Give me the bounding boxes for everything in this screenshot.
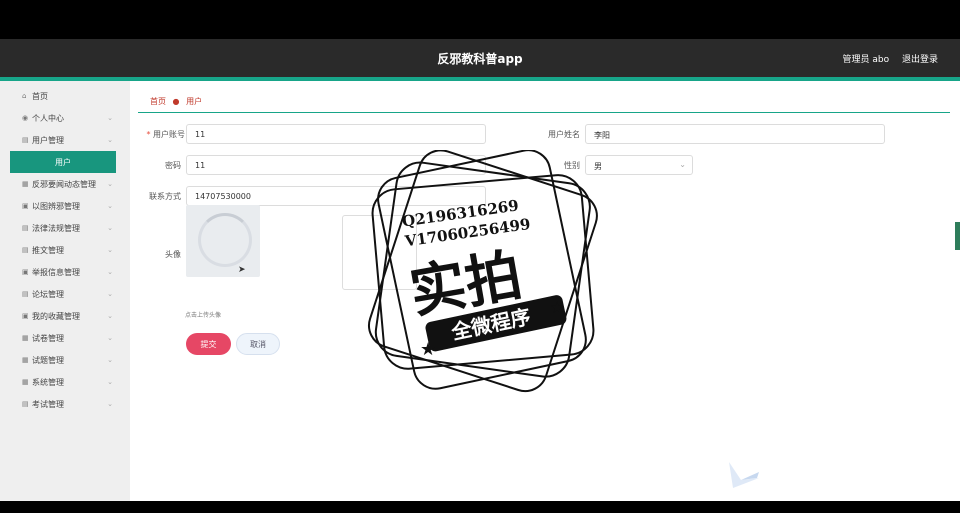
- screen: 反邪教科普app 管理员 abo 退出登录 ⌂ 首页 ◉ 个人中心 ⌄ ▤ 用户管理 ⌄ 用户 ▦…: [0, 0, 960, 513]
- user-icon: ◉: [22, 114, 29, 122]
- sidebar-item-2[interactable]: ▤ 用户管理 ⌄: [22, 129, 117, 151]
- chevron-down-icon: ⌄: [107, 246, 113, 254]
- sidebar: ⌂ 首页 ◉ 个人中心 ⌄ ▤ 用户管理 ⌄ 用户 ▦ 反邪要闻动态管理 ⌄ ▣ 以图辨邪管理 ⌄ ▤ 法律法规…: [0, 81, 130, 501]
- app-title: 反邪教科普app: [437, 52, 523, 66]
- sidebar-item-7[interactable]: ▤ 推文管理 ⌄: [22, 239, 117, 261]
- sidebar-item-label: 系统管理: [32, 377, 64, 387]
- chevron-down-icon: ⌄: [679, 160, 686, 169]
- settings-icon: ▦: [22, 378, 29, 386]
- sidebar-item-label: 举报信息管理: [32, 267, 80, 277]
- home-icon: ⌂: [22, 92, 27, 100]
- chevron-down-icon: ⌄: [107, 400, 113, 408]
- chevron-down-icon: ⌄: [107, 334, 113, 342]
- password-label: 密码: [165, 161, 181, 170]
- star-icon: ★: [420, 339, 436, 360]
- submit-button[interactable]: 提交: [186, 333, 231, 355]
- forum-icon: ▤: [22, 290, 29, 298]
- question-icon: ▦: [22, 356, 29, 364]
- chevron-down-icon: ⌄: [107, 180, 113, 188]
- sidebar-item-label: 试卷管理: [32, 333, 64, 343]
- doc-icon: ▤: [22, 246, 29, 254]
- account-label: * 用户账号: [146, 130, 185, 139]
- sidebar-item-13[interactable]: ▦ 系统管理 ⌄: [22, 371, 117, 393]
- sidebar-item-label: 以图辨邪管理: [32, 201, 80, 211]
- chevron-down-icon: ⌄: [107, 202, 113, 210]
- report-icon: ▣: [22, 268, 29, 276]
- book-icon: ▤: [22, 224, 29, 232]
- breadcrumb-divider: [138, 112, 950, 113]
- sidebar-item-label: 法律法规管理: [32, 223, 80, 233]
- chevron-down-icon: ⌄: [107, 290, 113, 298]
- contact-label: 联系方式: [149, 192, 181, 201]
- sidebar-item-label: 试题管理: [32, 355, 64, 365]
- breadcrumb-home[interactable]: 首页: [150, 97, 166, 106]
- grid-icon: ▦: [22, 180, 29, 188]
- sidebar-item-label: 首页: [32, 91, 48, 101]
- sidebar-item-4[interactable]: ▦ 反邪要闻动态管理 ⌄: [22, 173, 117, 195]
- watermark-stamp: Q2196316269 V17060256499 实拍 全微程序 ★ ★: [368, 150, 598, 393]
- breadcrumb: 首页 ● 用户: [150, 96, 202, 107]
- sidebar-item-label: 推文管理: [32, 245, 64, 255]
- cancel-button[interactable]: 取消: [236, 333, 280, 355]
- sidebar-item-label: 反邪要闻动态管理: [32, 179, 96, 189]
- breadcrumb-current: 用户: [186, 97, 203, 106]
- mouse-pointer-icon: ➤: [238, 265, 246, 275]
- sidebar-item-label: 个人中心: [32, 113, 64, 123]
- sidebar-item-label: 论坛管理: [32, 289, 64, 299]
- side-scroll-tab[interactable]: [955, 222, 960, 250]
- sidebar-item-1[interactable]: ◉ 个人中心 ⌄: [22, 107, 117, 129]
- logout-link[interactable]: 退出登录: [902, 55, 938, 65]
- sidebar-item-6[interactable]: ▤ 法律法规管理 ⌄: [22, 217, 117, 239]
- admin-label: 管理员 abo: [842, 55, 890, 65]
- sidebar-item-label: 考试管理: [32, 399, 64, 409]
- sidebar-item-3[interactable]: 用户: [10, 151, 116, 173]
- avatar-label: 头像: [165, 250, 181, 259]
- header-right: 管理员 abo 退出登录: [833, 52, 939, 65]
- sidebar-item-5[interactable]: ▣ 以图辨邪管理 ⌄: [22, 195, 117, 217]
- sidebar-item-12[interactable]: ▦ 试题管理 ⌄: [22, 349, 117, 371]
- chevron-down-icon: ⌄: [107, 224, 113, 232]
- sidebar-item-14[interactable]: ▤ 考试管理 ⌄: [22, 393, 117, 415]
- sidebar-item-10[interactable]: ▣ 我的收藏管理 ⌄: [22, 305, 117, 327]
- sidebar-item-label: 用户管理: [32, 135, 64, 145]
- exam-icon: ▤: [22, 400, 29, 408]
- sidebar-item-0[interactable]: ⌂ 首页: [22, 85, 117, 107]
- sidebar-item-11[interactable]: ▦ 试卷管理 ⌄: [22, 327, 117, 349]
- chevron-down-icon: ⌄: [107, 378, 113, 386]
- chevron-down-icon: ⌄: [107, 268, 113, 276]
- sidebar-item-9[interactable]: ▤ 论坛管理 ⌄: [22, 283, 117, 305]
- avatar-uploader[interactable]: ➤: [186, 205, 260, 277]
- account-input[interactable]: 11: [186, 124, 486, 144]
- corner-logo-icon: [729, 462, 759, 488]
- bottom-bar: [0, 501, 960, 513]
- chevron-down-icon: ⌄: [107, 356, 113, 364]
- chevron-down-icon: ⌄: [107, 312, 113, 320]
- name-label: 用户姓名: [548, 130, 580, 139]
- breadcrumb-separator-icon: ●: [172, 97, 180, 106]
- image-icon: ▣: [22, 202, 29, 210]
- chevron-down-icon: ⌄: [107, 136, 113, 144]
- top-bar: 反邪教科普app 管理员 abo 退出登录: [0, 39, 960, 77]
- chevron-down-icon: ⌄: [107, 114, 113, 122]
- paper-icon: ▦: [22, 334, 29, 342]
- sidebar-item-8[interactable]: ▣ 举报信息管理 ⌄: [22, 261, 117, 283]
- loading-spinner-icon: [198, 213, 252, 267]
- folder-icon: ▤: [22, 136, 29, 144]
- upload-hint: 点击上传头像: [185, 312, 222, 319]
- sidebar-item-label: 我的收藏管理: [32, 311, 80, 321]
- star-icon: ▣: [22, 312, 29, 320]
- sidebar-item-label: 用户: [55, 157, 71, 167]
- name-input[interactable]: 李阳: [585, 124, 885, 144]
- star-icon: ★: [550, 298, 564, 317]
